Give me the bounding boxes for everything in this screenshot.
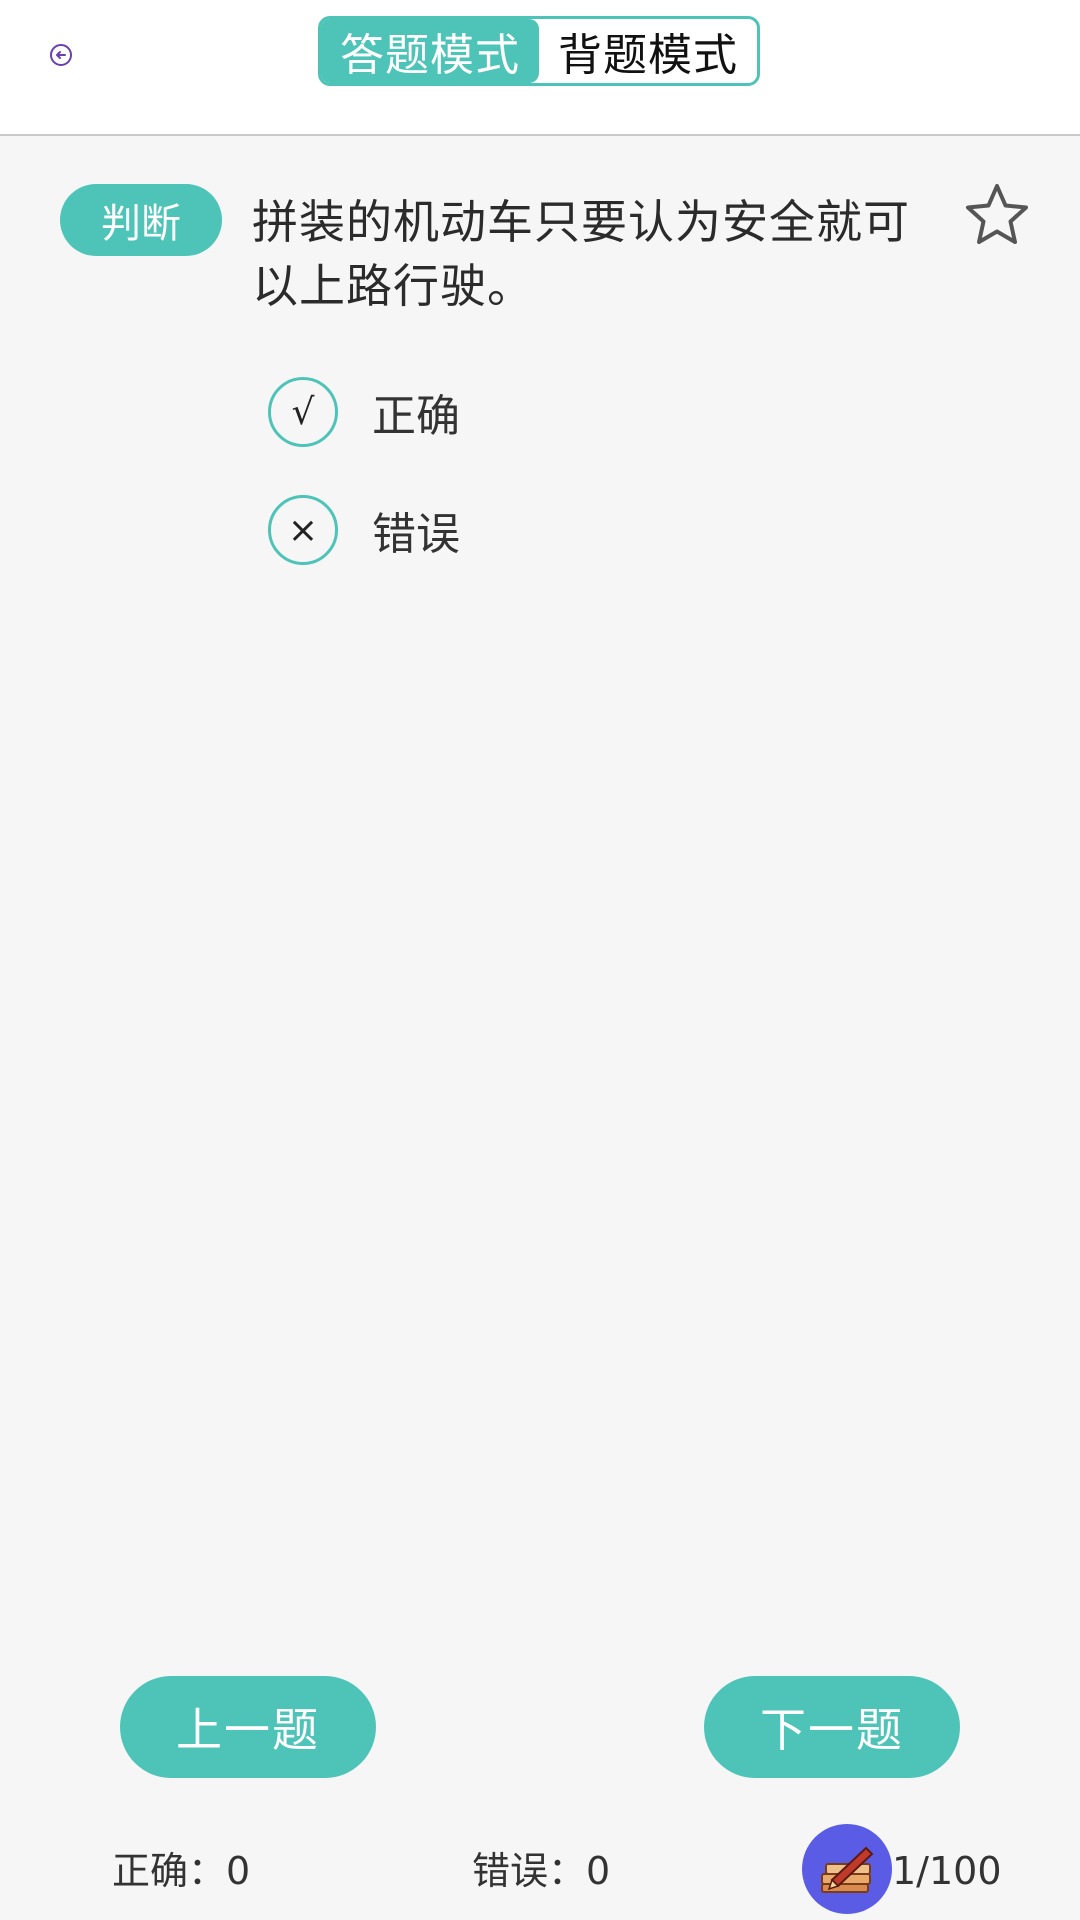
question-progress: 1/100: [892, 1849, 1002, 1893]
option-label: 错误: [372, 509, 460, 560]
question-type-badge: 判断: [60, 184, 222, 256]
correct-count: 正确：0: [112, 1849, 251, 1893]
next-question-button[interactable]: 下一题: [704, 1676, 960, 1778]
favorite-button[interactable]: [962, 180, 1032, 250]
wrong-count: 错误：0: [472, 1849, 611, 1893]
tab-answer-mode[interactable]: 答题模式: [321, 19, 539, 83]
back-arrow-icon: [50, 44, 72, 66]
tab-memorize-mode[interactable]: 背题模式: [539, 19, 757, 83]
mode-toggle: 答题模式 背题模式: [318, 16, 760, 86]
option-wrong[interactable]: × 错误: [268, 492, 460, 568]
option-correct[interactable]: √ 正确: [268, 374, 460, 450]
books-pencil-icon: [821, 1846, 874, 1893]
notebook-button[interactable]: [802, 1824, 892, 1914]
option-label: 正确: [372, 391, 460, 442]
check-icon: √: [268, 377, 338, 447]
question-text: 拼装的机动车只要认为安全就可以上路行驶。: [252, 195, 910, 313]
cross-icon: ×: [268, 495, 338, 565]
back-button[interactable]: [46, 40, 76, 70]
previous-question-button[interactable]: 上一题: [120, 1676, 376, 1778]
quiz-page: 答题模式 背题模式 判断 拼装的机动车只要认为安全就可以上路行驶。 √ 正确 ×…: [0, 0, 1080, 1920]
star-outline-icon: [966, 184, 1028, 244]
top-bar: 答题模式 背题模式: [0, 0, 1080, 136]
